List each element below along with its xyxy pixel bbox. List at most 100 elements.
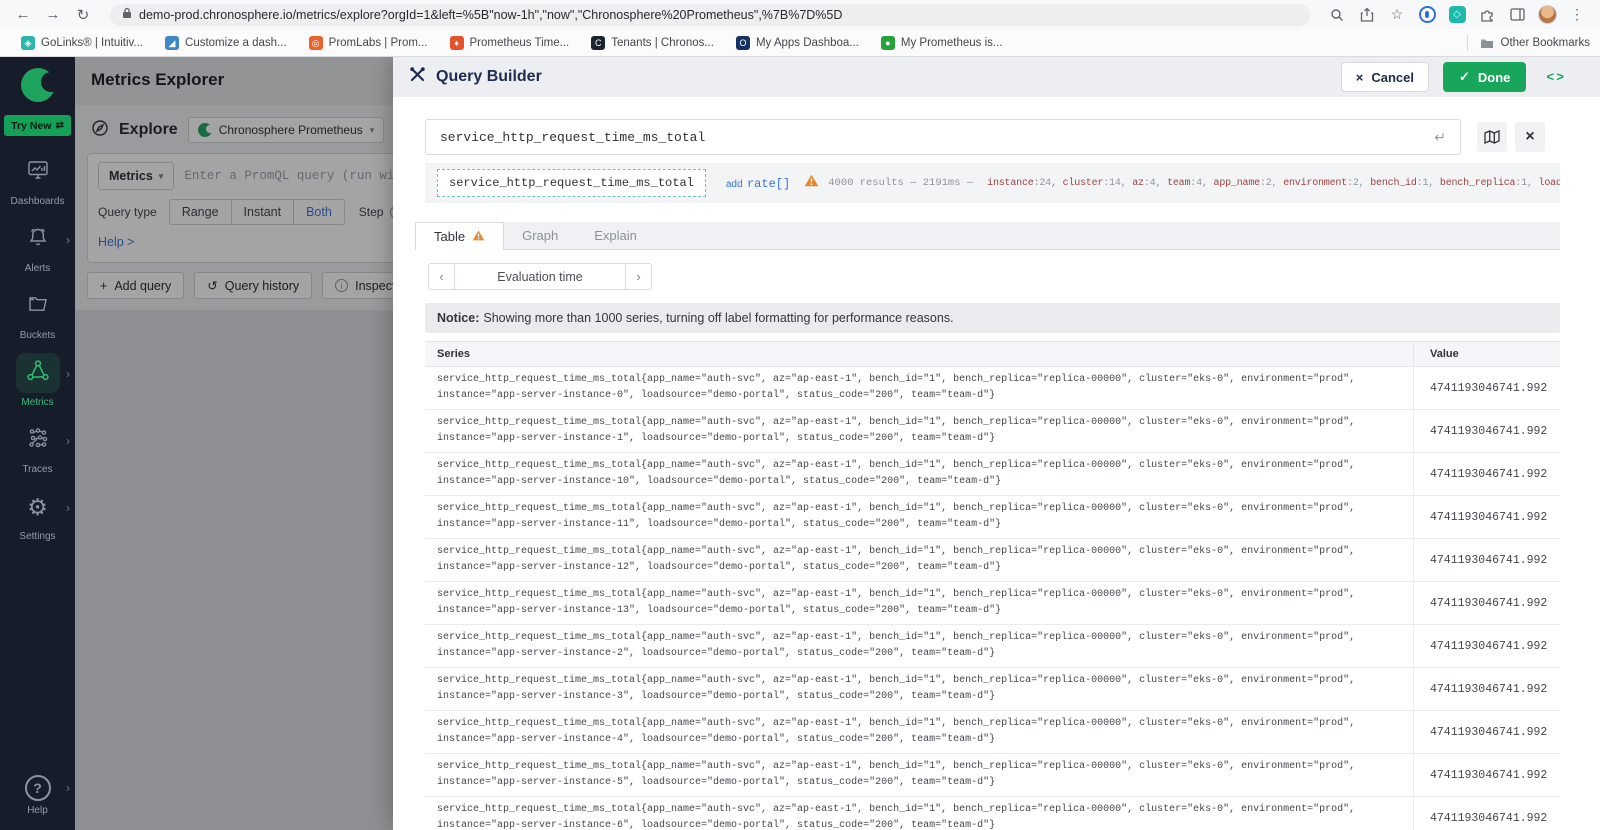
bookmark-label: Tenants | Chronos... — [611, 36, 714, 49]
chevron-right-icon: › — [66, 501, 70, 515]
tab-graph[interactable]: Graph — [504, 222, 576, 249]
tab-table-label: Table — [434, 229, 466, 244]
sidebar-item-alerts[interactable]: Alerts › — [0, 219, 75, 283]
rate-label: rate[] — [746, 177, 791, 191]
value-cell: 4741193046741.992 — [1413, 367, 1560, 409]
labels-summary: instance24 cluster14 az4 team4 app_name2… — [987, 178, 1560, 189]
label-count[interactable]: bench_id1 — [1370, 178, 1440, 189]
chevron-right-icon: › — [66, 233, 70, 247]
value-cell: 4741193046741.992 — [1413, 410, 1560, 452]
menu-kebab-icon[interactable]: ⋮ — [1564, 3, 1590, 27]
notice-banner: Notice: Showing more than 1000 series, t… — [425, 303, 1560, 333]
forward-icon[interactable]: → — [40, 3, 66, 27]
back-icon[interactable]: ← — [10, 3, 36, 27]
sidebar-item-help[interactable]: ? Help › — [0, 775, 75, 816]
table-row[interactable]: service_http_request_time_ms_total{app_n… — [425, 797, 1560, 830]
series-cell: service_http_request_time_ms_total{app_n… — [437, 374, 1356, 401]
bookmark-item[interactable]: ● My Prometheus is... — [870, 31, 1014, 55]
series-cell: service_http_request_time_ms_total{app_n… — [437, 804, 1356, 830]
table-row[interactable]: service_http_request_time_ms_total{app_n… — [425, 367, 1560, 410]
metric-map-button[interactable] — [1477, 122, 1507, 152]
traces-icon — [26, 426, 50, 455]
golinks-extension-icon[interactable]: ◇ — [1444, 3, 1470, 27]
bookmark-item[interactable]: O My Apps Dashboa... — [725, 31, 870, 55]
tab-explain[interactable]: Explain — [576, 222, 655, 249]
bookmark-item[interactable]: C Tenants | Chronos... — [580, 31, 725, 55]
label-count[interactable]: az4 — [1132, 178, 1167, 189]
extensions-puzzle-icon[interactable] — [1474, 3, 1500, 27]
query-builder-input[interactable]: service_http_request_time_ms_total ↵ — [425, 119, 1461, 155]
sidebar-label-metrics: Metrics — [21, 397, 54, 408]
series-column-header: Series — [437, 348, 471, 360]
sidebar-item-dashboards[interactable]: Dashboards — [0, 152, 75, 216]
series-cell: service_http_request_time_ms_total{app_n… — [437, 460, 1356, 487]
table-row[interactable]: service_http_request_time_ms_total{app_n… — [425, 582, 1560, 625]
warning-icon — [472, 229, 485, 244]
label-count[interactable]: loadsource1 — [1539, 178, 1560, 189]
table-row[interactable]: service_http_request_time_ms_total{app_n… — [425, 754, 1560, 797]
table-row[interactable]: service_http_request_time_ms_total{app_n… — [425, 410, 1560, 453]
browser-chrome: ← → ↻ demo-prod.chronosphere.io/metrics/… — [0, 0, 1600, 57]
evaluation-next-button[interactable]: › — [625, 263, 652, 290]
code-view-toggle-icon[interactable]: <> — [1546, 70, 1566, 85]
cancel-button[interactable]: × Cancel — [1340, 62, 1429, 92]
series-cell: service_http_request_time_ms_total{app_n… — [437, 417, 1356, 444]
onepassword-extension-icon[interactable] — [1414, 3, 1440, 27]
metric-chip[interactable]: service_http_request_time_ms_total — [437, 169, 706, 197]
lock-icon — [122, 6, 132, 24]
side-panel-icon[interactable] — [1504, 3, 1530, 27]
cancel-label: Cancel — [1371, 69, 1414, 85]
folder-icon — [1480, 39, 1493, 48]
evaluation-prev-button[interactable]: ‹ — [428, 263, 455, 290]
bookmark-item[interactable]: ◎ PromLabs | Prom... — [298, 31, 439, 55]
value-cell: 4741193046741.992 — [1413, 711, 1560, 753]
other-bookmarks[interactable]: Other Bookmarks — [1466, 34, 1590, 51]
label-count[interactable]: cluster14 — [1063, 178, 1133, 189]
tab-table[interactable]: Table — [415, 222, 505, 250]
bookmark-favicon: ♦ — [449, 35, 464, 50]
table-row[interactable]: service_http_request_time_ms_total{app_n… — [425, 711, 1560, 754]
notice-title: Notice: — [437, 311, 480, 325]
label-count[interactable]: bench_replica1 — [1440, 178, 1539, 189]
label-count[interactable]: app_name2 — [1214, 178, 1284, 189]
label-count[interactable]: environment2 — [1283, 178, 1370, 189]
profile-avatar[interactable] — [1534, 3, 1560, 27]
reload-icon[interactable]: ↻ — [70, 3, 96, 27]
bookmark-star-icon[interactable]: ☆ — [1384, 3, 1410, 27]
sidebar-item-settings[interactable]: ⚙ Settings › — [0, 487, 75, 551]
table-row[interactable]: service_http_request_time_ms_total{app_n… — [425, 453, 1560, 496]
bookmark-label: Customize a dash... — [185, 36, 287, 49]
table-row[interactable]: service_http_request_time_ms_total{app_n… — [425, 496, 1560, 539]
check-icon: ✓ — [1458, 69, 1470, 84]
table-row[interactable]: service_http_request_time_ms_total{app_n… — [425, 625, 1560, 668]
sidebar-item-traces[interactable]: Traces › — [0, 420, 75, 484]
share-icon[interactable] — [1354, 3, 1380, 27]
series-cell: service_http_request_time_ms_total{app_n… — [437, 718, 1356, 745]
warning-icon — [804, 174, 819, 192]
label-count[interactable]: team4 — [1167, 178, 1213, 189]
table-row[interactable]: service_http_request_time_ms_total{app_n… — [425, 539, 1560, 582]
try-new-label: Try New — [11, 119, 52, 132]
bookmark-item[interactable]: ♦ Prometheus Time... — [439, 31, 581, 55]
bookmark-item[interactable]: ◈ GoLinks® | Intuitiv... — [10, 31, 154, 55]
series-cell: service_http_request_time_ms_total{app_n… — [437, 589, 1356, 616]
bookmark-item[interactable]: ◢ Customize a dash... — [154, 31, 298, 55]
bookmark-label: My Apps Dashboa... — [755, 36, 859, 49]
label-count[interactable]: instance24 — [987, 178, 1062, 189]
remove-query-button[interactable]: × — [1515, 122, 1545, 152]
alerts-bell-icon — [26, 225, 50, 254]
results-summary: 4000 results — 2191ms — — [828, 177, 974, 189]
value-cell: 4741193046741.992 — [1413, 625, 1560, 667]
sidebar-item-buckets[interactable]: Buckets — [0, 286, 75, 350]
search-icon[interactable] — [1324, 3, 1350, 27]
add-rate-link[interactable]: add rate[] — [726, 174, 790, 192]
evaluation-time-field[interactable]: Evaluation time — [455, 263, 625, 290]
url-bar[interactable]: demo-prod.chronosphere.io/metrics/explor… — [110, 3, 1310, 26]
sidebar-item-metrics[interactable]: Metrics › — [0, 353, 75, 417]
sidebar-label-dashboards: Dashboards — [10, 196, 65, 207]
table-row[interactable]: service_http_request_time_ms_total{app_n… — [425, 668, 1560, 711]
value-cell: 4741193046741.992 — [1413, 496, 1560, 538]
done-button[interactable]: ✓ Done — [1442, 62, 1527, 92]
bookmark-favicon: ◢ — [165, 35, 180, 50]
try-new-button[interactable]: Try New ⇄ — [4, 115, 71, 136]
